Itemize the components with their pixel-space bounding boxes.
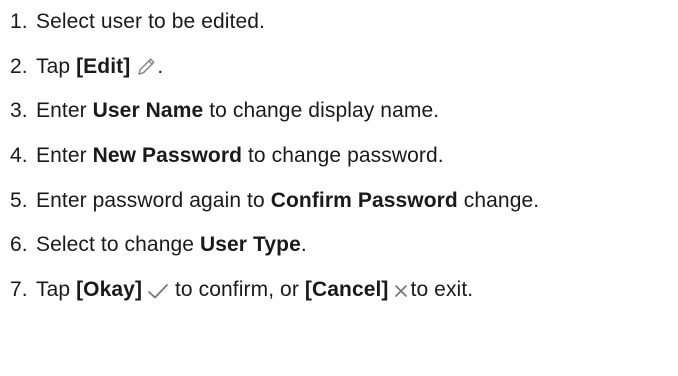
step-text: Select user to be edited. (36, 10, 265, 33)
step-text: Tap [Edit]. (36, 54, 164, 78)
instruction-step-1: 1. Select user to be edited. (10, 10, 674, 34)
checkmark-icon (147, 282, 169, 300)
cancel-label: [Cancel] (304, 278, 389, 302)
step-text: Enter New Password to change password. (36, 144, 444, 168)
instruction-step-2: 2. Tap [Edit]. (10, 55, 674, 79)
new-password-label: New Password (92, 144, 243, 168)
confirm-password-label: Confirm Password (270, 188, 458, 212)
instruction-step-4: 4. Enter New Password to change password… (10, 144, 674, 168)
edit-label: [Edit] (76, 54, 131, 78)
step-text: Tap [Okay] to confirm, or [Cancel] to exi… (36, 278, 474, 302)
step-number: 5. (10, 188, 28, 212)
okay-label: [Okay] (76, 278, 143, 302)
instruction-step-6: 6. Select to change User Type. (10, 233, 674, 257)
step-number: 3. (10, 99, 28, 123)
step-number: 1. (10, 10, 28, 33)
instruction-step-3: 3. Enter User Name to change display nam… (10, 99, 674, 123)
close-icon (394, 284, 408, 298)
user-type-label: User Type (199, 233, 301, 257)
instruction-step-7: 7. Tap [Okay] to confirm, or [Cancel] to … (10, 278, 674, 302)
step-number: 7. (10, 278, 28, 302)
step-text: Select to change User Type. (36, 233, 307, 257)
user-name-label: User Name (92, 99, 204, 123)
instruction-step-5: 5. Enter password again to Confirm Passw… (10, 189, 674, 213)
step-text: Enter User Name to change display name. (36, 99, 440, 123)
pencil-icon (135, 56, 157, 78)
step-number: 2. (10, 54, 28, 78)
step-number: 4. (10, 144, 28, 168)
step-number: 6. (10, 233, 28, 257)
step-text: Enter password again to Confirm Password… (36, 188, 540, 212)
instruction-list: 1. Select user to be edited. 2. Tap [Edi… (10, 0, 674, 323)
